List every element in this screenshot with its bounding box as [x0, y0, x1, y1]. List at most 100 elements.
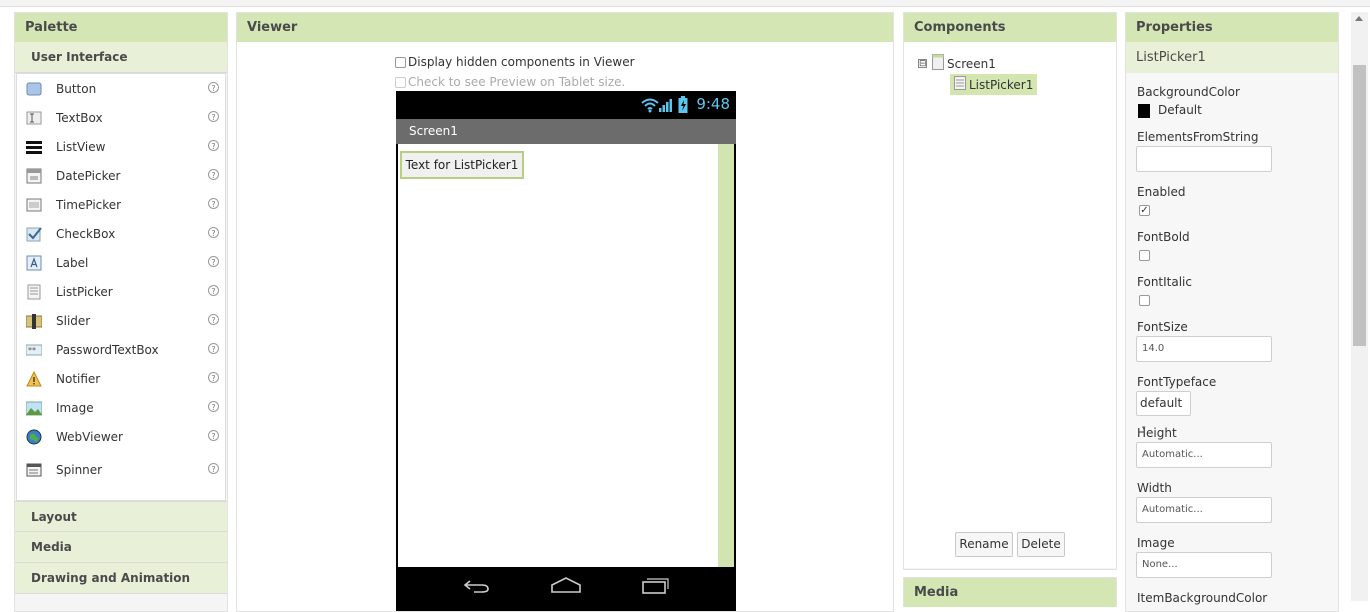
battery-icon: [678, 96, 690, 117]
help-icon[interactable]: ?: [208, 169, 219, 180]
help-icon[interactable]: ?: [208, 227, 219, 238]
tablet-preview-checkbox[interactable]: [395, 76, 406, 88]
height-label: Height: [1137, 426, 1177, 440]
palette-list: Button ? TextBox ? ListView ? DatePicker…: [16, 73, 226, 501]
display-hidden-label: Display hidden components in Viewer: [408, 55, 635, 69]
help-icon[interactable]: ?: [208, 372, 219, 383]
viewer-panel: Viewer Display hidden components in View…: [236, 12, 894, 612]
home-icon[interactable]: [550, 575, 582, 598]
help-icon[interactable]: ?: [208, 343, 219, 354]
backgroundcolor-value[interactable]: Default: [1158, 103, 1202, 117]
width-input[interactable]: Automatic...: [1136, 497, 1272, 523]
help-icon[interactable]: ?: [208, 140, 219, 151]
media-title[interactable]: Media: [904, 578, 1116, 607]
screen-canvas[interactable]: Text for ListPicker1: [398, 144, 718, 567]
scroll-up-icon[interactable]: [1355, 16, 1363, 21]
nav-bar: [396, 567, 736, 611]
signal-icon: [659, 97, 673, 116]
category-media[interactable]: Media: [15, 532, 227, 563]
fontsize-label: FontSize: [1137, 320, 1188, 334]
components-title: Components: [904, 13, 1116, 42]
enabled-checkbox[interactable]: ✓: [1139, 205, 1150, 216]
back-icon[interactable]: [462, 575, 492, 598]
scrollbar-thumb[interactable]: [1353, 65, 1366, 346]
palette-item-textbox[interactable]: TextBox ?: [17, 103, 225, 132]
help-icon[interactable]: ?: [208, 430, 219, 441]
slider-icon: [26, 313, 42, 329]
image-input[interactable]: None...: [1136, 552, 1272, 578]
tree-item-listpicker1[interactable]: ListPicker1: [950, 74, 1038, 95]
components-panel: Components ⊟ Screen1 ListPicker1 Rename …: [903, 12, 1117, 570]
palette-item-label: ListView: [56, 139, 106, 154]
media-panel: Media: [903, 577, 1117, 607]
image-icon: [26, 400, 42, 416]
palette-item-image[interactable]: Image ?: [17, 393, 225, 422]
fontbold-checkbox[interactable]: [1139, 250, 1150, 261]
enabled-label: Enabled: [1137, 185, 1186, 199]
width-label: Width: [1137, 481, 1172, 495]
height-input[interactable]: Automatic...: [1136, 442, 1272, 468]
page-scrollbar[interactable]: [1351, 12, 1368, 601]
help-icon[interactable]: ?: [208, 285, 219, 296]
category-layout[interactable]: Layout: [15, 501, 227, 532]
help-icon[interactable]: ?: [208, 314, 219, 325]
passwordtextbox-icon: **: [26, 342, 42, 358]
palette-item-label: Button: [56, 81, 97, 96]
palette-item-label: Slider: [56, 313, 91, 328]
display-hidden-checkbox[interactable]: [395, 56, 406, 68]
palette-item-label[interactable]: Label ?: [17, 248, 225, 277]
backgroundcolor-swatch[interactable]: [1138, 104, 1150, 118]
recent-apps-icon[interactable]: [640, 575, 670, 598]
webviewer-icon: [26, 429, 42, 445]
elementsfromstring-label: ElementsFromString: [1137, 130, 1259, 144]
fontitalic-checkbox[interactable]: [1139, 295, 1150, 306]
palette-item-passwordtextbox[interactable]: ** PasswordTextBox ?: [17, 335, 225, 364]
palette-item-label: CheckBox: [56, 226, 116, 241]
help-icon[interactable]: ?: [208, 463, 219, 474]
fontsize-input[interactable]: 14.0: [1136, 336, 1272, 362]
delete-button[interactable]: Delete: [1017, 532, 1065, 557]
wifi-icon: [640, 97, 660, 116]
notifier-icon: [26, 370, 42, 387]
screen-icon: [932, 54, 944, 73]
palette-panel: Palette User Interface Button ? TextBox …: [14, 12, 228, 612]
fontbold-label: FontBold: [1137, 230, 1190, 244]
fonttypeface-dropdown[interactable]: default ▾: [1136, 391, 1191, 432]
rename-button[interactable]: Rename: [955, 532, 1013, 557]
palette-item-label: Notifier: [56, 371, 101, 386]
palette-item-checkbox[interactable]: CheckBox ?: [17, 219, 225, 248]
category-user-interface[interactable]: User Interface: [15, 42, 227, 73]
help-icon[interactable]: ?: [208, 256, 219, 267]
listpicker-icon: [954, 76, 966, 93]
viewer-title: Viewer: [237, 13, 893, 42]
selected-component-name: ListPicker1: [1126, 42, 1338, 73]
palette-item-datepicker[interactable]: DatePicker ?: [17, 161, 225, 190]
elementsfromstring-input[interactable]: [1136, 146, 1272, 172]
palette-item-notifier[interactable]: Notifier ?: [17, 364, 225, 393]
help-icon[interactable]: ?: [208, 82, 219, 93]
display-hidden-checkbox-row[interactable]: Display hidden components in Viewer: [395, 55, 635, 69]
backgroundcolor-label: BackgroundColor: [1137, 85, 1240, 99]
component-tree: ⊟ Screen1 ListPicker1 Rename Delete: [904, 42, 1116, 568]
palette-item-spinner[interactable]: Spinner ?: [17, 455, 225, 484]
palette-item-label: Spinner: [56, 462, 103, 477]
category-drawing-and-animation[interactable]: Drawing and Animation: [15, 563, 227, 594]
help-icon[interactable]: ?: [208, 198, 219, 209]
spinner-icon: [26, 462, 42, 478]
collapse-icon[interactable]: ⊟: [918, 59, 927, 69]
palette-item-webviewer[interactable]: WebViewer ?: [17, 422, 225, 451]
listpicker-preview-button[interactable]: Text for ListPicker1: [400, 151, 524, 179]
palette-item-listview[interactable]: ListView ?: [17, 132, 225, 161]
help-icon[interactable]: ?: [208, 111, 219, 122]
itembackgroundcolor-label: ItemBackgroundColor: [1137, 591, 1268, 605]
palette-item-button[interactable]: Button ?: [17, 74, 225, 103]
tablet-preview-checkbox-row[interactable]: Check to see Preview on Tablet size.: [395, 75, 625, 89]
palette-item-listpicker[interactable]: ListPicker ?: [17, 277, 225, 306]
tree-item-screen1[interactable]: ⊟ Screen1: [918, 54, 996, 73]
palette-item-slider[interactable]: Slider ?: [17, 306, 225, 335]
fonttypeface-label: FontTypeface: [1137, 375, 1217, 389]
help-icon[interactable]: ?: [208, 401, 219, 412]
image-label: Image: [1137, 536, 1175, 550]
palette-item-timepicker[interactable]: TimePicker ?: [17, 190, 225, 219]
tree-item-label: ListPicker1: [969, 77, 1034, 92]
